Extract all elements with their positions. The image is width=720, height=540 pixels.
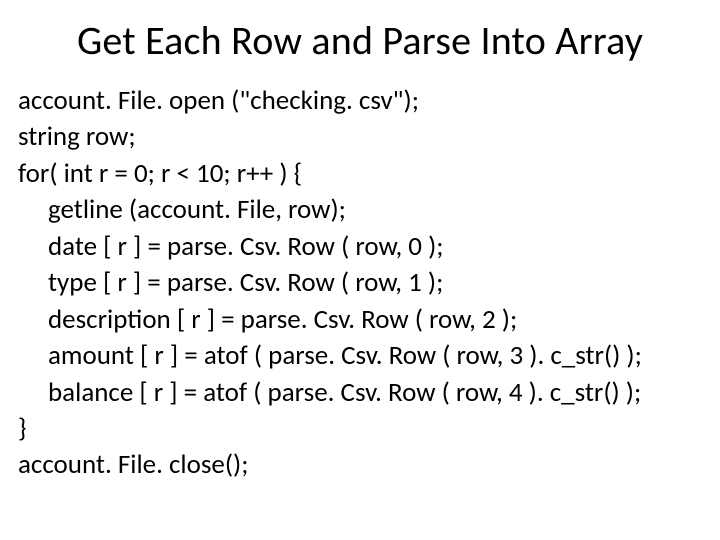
code-line: } bbox=[18, 411, 702, 447]
code-line: string row; bbox=[18, 119, 702, 155]
code-line: balance [ r ] = atof ( parse. Csv. Row (… bbox=[18, 375, 702, 411]
code-line: account. File. open ("checking. csv"); bbox=[18, 83, 702, 119]
code-line: type [ r ] = parse. Csv. Row ( row, 1 ); bbox=[18, 265, 702, 301]
code-line: amount [ r ] = atof ( parse. Csv. Row ( … bbox=[18, 338, 702, 374]
code-block: account. File. open ("checking. csv"); s… bbox=[18, 83, 702, 484]
code-line: date [ r ] = parse. Csv. Row ( row, 0 ); bbox=[18, 229, 702, 265]
page-title: Get Each Row and Parse Into Array bbox=[18, 16, 702, 65]
code-line: account. File. close(); bbox=[18, 447, 702, 483]
code-line: for( int r = 0; r < 10; r++ ) { bbox=[18, 156, 702, 192]
code-line: getline (account. File, row); bbox=[18, 192, 702, 228]
code-line: description [ r ] = parse. Csv. Row ( ro… bbox=[18, 302, 702, 338]
